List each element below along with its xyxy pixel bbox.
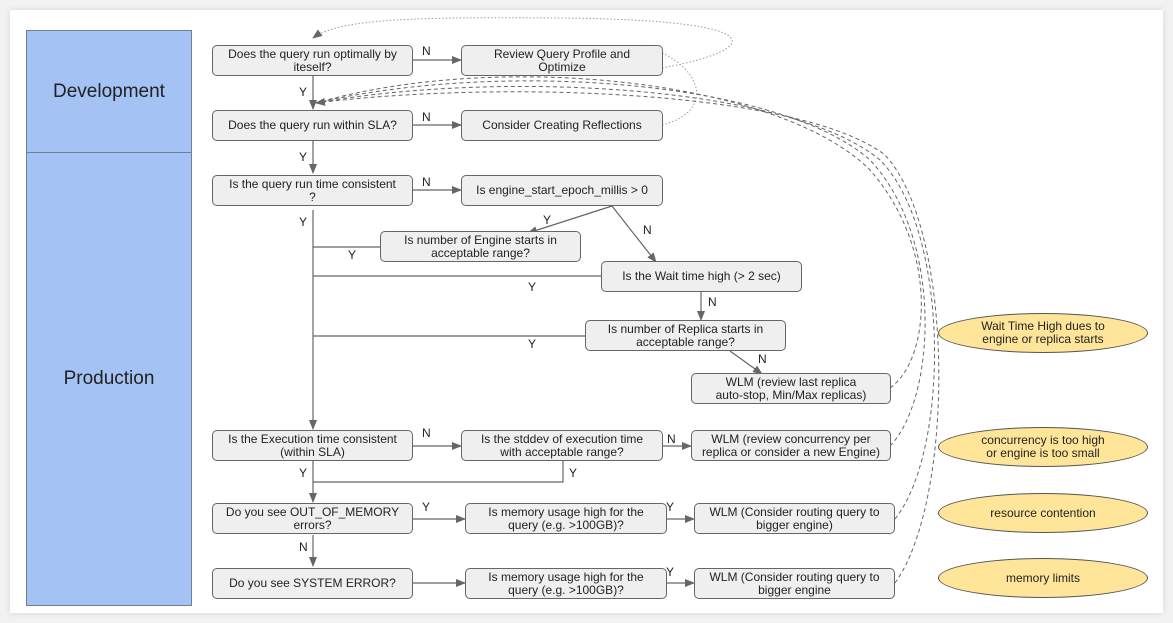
cause-resource-contention: resource contention bbox=[938, 493, 1148, 533]
edge-label-y: Y bbox=[422, 500, 431, 514]
edge-label-n: N bbox=[708, 295, 717, 309]
node-wait-time-high: Is the Wait time high (> 2 sec) bbox=[601, 261, 802, 292]
node-wlm-replica: WLM (review last replica auto-stop, Min/… bbox=[691, 373, 891, 404]
edge-label-y: Y bbox=[569, 466, 578, 480]
edge-label-y: Y bbox=[299, 466, 308, 480]
node-wlm-concurrency: WLM (review concurrency per replica or c… bbox=[691, 430, 891, 461]
edge-label-y: Y bbox=[543, 213, 552, 227]
node-query-optimal: Does the query run optimally by iteself? bbox=[212, 45, 413, 76]
node-replica-starts-range: Is number of Replica starts in acceptabl… bbox=[585, 320, 786, 351]
edge-label-y: Y bbox=[528, 337, 537, 351]
node-review-query-profile: Review Query Profile and Optimize bbox=[461, 45, 663, 76]
node-consider-reflections: Consider Creating Reflections bbox=[461, 110, 663, 141]
edge-label-n: N bbox=[299, 540, 308, 554]
node-memory-high-1: Is memory usage high for the query (e.g.… bbox=[465, 503, 667, 534]
edge-label-n: N bbox=[758, 352, 767, 366]
node-memory-high-2: Is memory usage high for the query (e.g.… bbox=[465, 568, 667, 599]
node-out-of-memory: Do you see OUT_OF_MEMORY errors? bbox=[212, 503, 413, 534]
edge-label-n: N bbox=[422, 175, 431, 189]
edge-label-y: Y bbox=[299, 85, 308, 99]
node-exec-consistent: Is the Execution time consistent (within… bbox=[212, 430, 413, 461]
node-engine-starts-range: Is number of Engine starts in acceptable… bbox=[380, 231, 581, 262]
edge-stddev-return bbox=[313, 461, 564, 483]
node-stddev-exec: Is the stddev of execution time with acc… bbox=[461, 430, 663, 461]
edge-label-n: N bbox=[422, 110, 431, 124]
edge-label-n: N bbox=[422, 44, 431, 58]
edge-label-y: Y bbox=[528, 280, 537, 294]
node-query-within-sla: Does the query run within SLA? bbox=[212, 110, 413, 141]
cause-concurrency: concurrency is too high or engine is too… bbox=[938, 427, 1148, 467]
edge-enginestart-enginestarts bbox=[527, 205, 613, 235]
node-system-error: Do you see SYSTEM ERROR? bbox=[212, 568, 413, 599]
edge-label-n: N bbox=[643, 223, 652, 237]
edge-label-y: Y bbox=[348, 248, 357, 262]
node-wlm-route-2: WLM (Consider routing query to bigger en… bbox=[694, 568, 895, 599]
edge-label-n: N bbox=[667, 432, 676, 446]
edge-label-y: Y bbox=[299, 215, 308, 229]
node-wlm-route-1: WLM (Consider routing query to bigger en… bbox=[694, 503, 895, 534]
node-engine-start-epoch: Is engine_start_epoch_millis > 0 bbox=[461, 175, 663, 206]
edge-label-y: Y bbox=[299, 150, 308, 164]
edge-label-n: N bbox=[422, 426, 431, 440]
node-runtime-consistent: Is the query run time consistent ? bbox=[212, 175, 413, 206]
cause-wait-time-high: Wait Time High dues to engine or replica… bbox=[938, 313, 1148, 353]
cause-memory-limits: memory limits bbox=[938, 558, 1148, 598]
edge-label-y: Y bbox=[666, 500, 675, 514]
edge-label-y: Y bbox=[666, 565, 675, 579]
